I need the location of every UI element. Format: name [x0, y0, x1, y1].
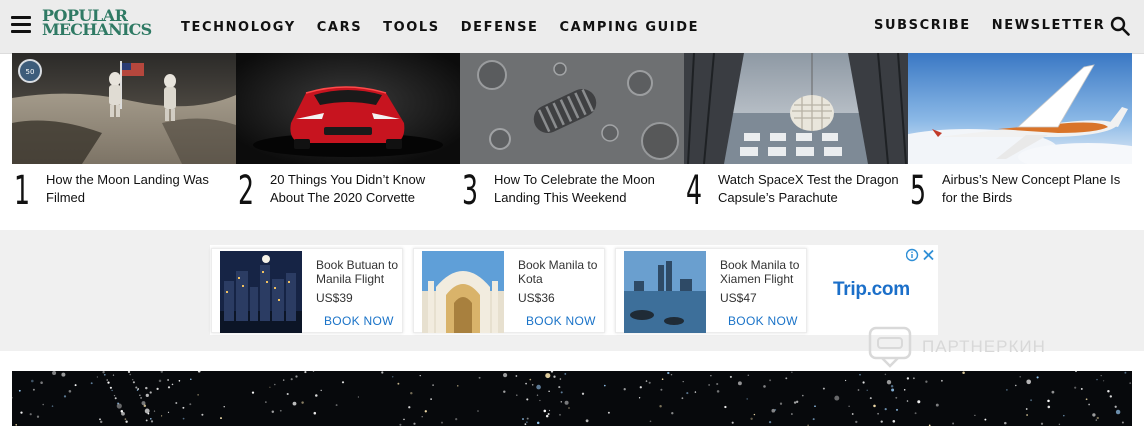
story-card[interactable]: 5 Airbus’s New Concept Plane Is for the … [908, 53, 1132, 213]
story-card[interactable]: 2 20 Things You Didn’t Know About The 20… [236, 53, 460, 213]
watermark-text: ПАРТНЕРКИН [922, 337, 1046, 356]
book-now-button[interactable]: BOOK NOW [324, 314, 394, 328]
subscribe-link[interactable]: SUBSCRIBE [874, 18, 971, 33]
ad-price: US$36 [518, 291, 555, 305]
story-title[interactable]: Watch SpaceX Test the Dragon Capsule’s P… [718, 171, 904, 207]
story-card[interactable]: 4 Watch SpaceX Test the Dragon Capsule’s… [684, 53, 908, 213]
story-rank-number: 5 [910, 168, 927, 214]
ad-card[interactable]: Book Butuan to Manila Flight US$39 BOOK … [211, 248, 403, 333]
newsletter-link[interactable]: NEWSLETTER [992, 18, 1106, 33]
logo-line-2: MECHANICS [42, 20, 152, 39]
ad-card[interactable]: Book Manila to Xiamen Flight US$47 BOOK … [615, 248, 807, 333]
site-header: POPULAR MECHANICS TECHNOLOGY CARS TOOLS … [0, 0, 1144, 54]
book-now-button[interactable]: BOOK NOW [526, 314, 596, 328]
nav-technology[interactable]: TECHNOLOGY [181, 20, 296, 35]
watermark-logo-icon [868, 326, 912, 368]
site-logo[interactable]: POPULAR MECHANICS [42, 8, 162, 39]
story-title[interactable]: How To Celebrate the Moon Landing This W… [494, 171, 680, 207]
story-thumbnail-spacex-parachute [684, 53, 908, 164]
story-thumbnail-airbus-concept [908, 53, 1132, 164]
story-title[interactable]: How the Moon Landing Was Filmed [46, 171, 232, 207]
ad-title: Book Manila to Xiamen Flight [720, 258, 800, 286]
ad-text: Book Butuan to Manila Flight US$39 [316, 258, 400, 305]
story-title[interactable]: 20 Things You Didn’t Know About The 2020… [270, 171, 456, 207]
adchoices-icon[interactable] [906, 248, 936, 262]
story-thumbnail-moon-landing: 50 [12, 53, 236, 164]
ad-card[interactable]: Book Manila to Kota Kinabalu... US$36 BO… [413, 248, 605, 333]
ad-text: Book Manila to Kota Kinabalu... US$36 [518, 258, 602, 305]
story-thumbnail-corvette [236, 53, 460, 164]
trip-com-logo[interactable]: Trip.com [833, 279, 910, 301]
watermark: ПАРТНЕРКИН [868, 326, 1046, 368]
nav-camping-guide[interactable]: CAMPING GUIDE [560, 20, 700, 35]
nav-defense[interactable]: DEFENSE [461, 20, 539, 35]
hamburger-menu-icon[interactable] [11, 16, 31, 34]
trip-ad-module: Book Butuan to Manila Flight US$39 BOOK … [210, 245, 938, 335]
account-nav: SUBSCRIBE NEWSLETTER [874, 18, 1105, 33]
book-now-button[interactable]: BOOK NOW [728, 314, 798, 328]
search-icon[interactable] [1110, 16, 1130, 36]
story-rank-number: 4 [686, 168, 703, 214]
ad-image-city-night [220, 251, 302, 333]
story-thumbnail-moon-footprint [460, 53, 684, 164]
nav-tools[interactable]: TOOLS [383, 20, 440, 35]
ad-price: US$39 [316, 291, 353, 305]
story-card[interactable]: 50 1 How the Moon Landing Was Filmed [12, 53, 236, 213]
nav-cars[interactable]: CARS [317, 20, 362, 35]
main-nav: TECHNOLOGY CARS TOOLS DEFENSE CAMPING GU… [181, 20, 699, 35]
top-stories-strip: 50 1 How the Moon Landing Was Filmed 2 2… [12, 53, 1132, 213]
ad-title: Book Manila to Kota Kinabalu... [518, 258, 598, 286]
story-rank-number: 1 [14, 168, 31, 214]
hero-image-starfield[interactable] [12, 371, 1132, 426]
story-card[interactable]: 3 How To Celebrate the Moon Landing This… [460, 53, 684, 213]
trip-brand-name: Trip [833, 279, 867, 300]
ad-image-xiamen-bay [624, 251, 706, 333]
trip-brand-suffix: .com [866, 279, 910, 300]
ad-text: Book Manila to Xiamen Flight US$47 [720, 258, 804, 305]
story-rank-number: 2 [238, 168, 255, 214]
ad-title: Book Butuan to Manila Flight [316, 258, 399, 286]
ad-image-mosque [422, 251, 504, 333]
story-title[interactable]: Airbus’s New Concept Plane Is for the Bi… [942, 171, 1128, 207]
ad-price: US$47 [720, 291, 757, 305]
svg-text:50: 50 [26, 68, 35, 76]
story-rank-number: 3 [462, 168, 479, 214]
